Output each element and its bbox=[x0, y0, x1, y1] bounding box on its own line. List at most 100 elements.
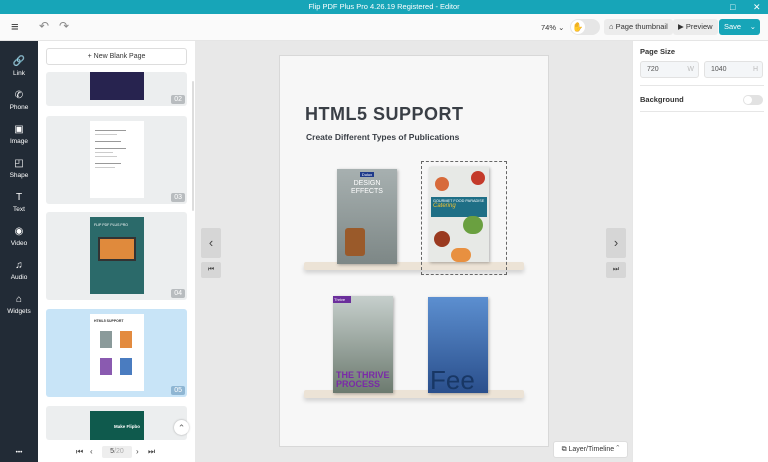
tool-label: Video bbox=[10, 240, 28, 247]
page-canvas[interactable]: HTML5 SUPPORT Create Different Types of … bbox=[279, 55, 549, 447]
tool-shape[interactable]: ◰ Shape bbox=[0, 158, 38, 179]
pagination: ⏮ ‹ 5/20 › ⏭ bbox=[76, 444, 166, 460]
layers-icon: ⧉ bbox=[561, 446, 569, 453]
tool-label: Shape bbox=[9, 172, 29, 179]
zoom-select[interactable]: 74% ⌄ bbox=[541, 23, 564, 32]
book-gourmet[interactable]: GOURMET FOOD PARADISE Catering bbox=[429, 167, 489, 262]
thumbnail-title: FLIP PDF PLUS PRO bbox=[94, 223, 128, 227]
thumbnail-page-05[interactable]: HTML5 SUPPORT 05 bbox=[46, 309, 187, 397]
play-icon: ▶ bbox=[678, 22, 686, 31]
maximize-button[interactable]: □ bbox=[730, 0, 735, 14]
page-width-input[interactable]: 720 W bbox=[640, 61, 699, 78]
link-icon: 🔗 bbox=[12, 56, 26, 67]
preview-label: Preview bbox=[685, 22, 713, 31]
tool-label: Text bbox=[13, 206, 25, 213]
background-toggle[interactable] bbox=[743, 95, 763, 105]
last-page-arrow[interactable]: ⏭ bbox=[606, 262, 626, 278]
page-input[interactable]: 5/20 bbox=[102, 446, 132, 458]
chevron-down-icon: ⌄ bbox=[558, 23, 565, 32]
page-thumbnail-button[interactable]: ⌂ Page thumbnail bbox=[604, 19, 673, 35]
text-icon: T bbox=[15, 192, 23, 203]
widgets-icon: ⌂ bbox=[15, 294, 23, 305]
next-page-arrow[interactable]: › bbox=[606, 228, 626, 258]
phone-icon: ✆ bbox=[14, 90, 24, 101]
thumbnail-title: Make Flipbo bbox=[114, 424, 141, 429]
close-button[interactable]: ✕ bbox=[753, 0, 761, 14]
shape-icon: ◰ bbox=[14, 158, 24, 169]
toolbar: ≡ ↶ ↷ 74% ⌄ ✋ ⌂ Page thumbnail ▶ Preview… bbox=[0, 14, 768, 41]
page-thumbnail-label: Page thumbnail bbox=[615, 22, 668, 31]
prev-page-arrow[interactable]: ‹ bbox=[201, 228, 221, 258]
mode-toggle[interactable]: ✋ bbox=[570, 19, 600, 35]
zoom-value: 74% bbox=[541, 23, 557, 32]
first-page-arrow[interactable]: ⏮ bbox=[201, 262, 221, 278]
divider bbox=[640, 85, 764, 86]
thumbnail-image: Make Flipbo bbox=[90, 411, 144, 440]
book-brand: Thrive bbox=[333, 296, 351, 303]
page-height-input[interactable]: 1040 H bbox=[704, 61, 763, 78]
thumbnail-page-03[interactable]: 03 bbox=[46, 116, 187, 204]
book-title: DESIGN EFFECTS bbox=[351, 180, 383, 195]
page-number: 02 bbox=[171, 95, 185, 104]
new-blank-page-label: New Blank Page bbox=[93, 53, 146, 60]
first-page-button[interactable]: ⏮ bbox=[76, 444, 83, 460]
new-blank-page-button[interactable]: + New Blank Page bbox=[46, 48, 187, 65]
book-title: Fee bbox=[430, 365, 475, 393]
page-size-label: Page Size bbox=[640, 47, 676, 56]
tool-widgets[interactable]: ⌂ Widgets bbox=[0, 294, 38, 315]
next-page-button[interactable]: › bbox=[136, 444, 139, 460]
save-button[interactable]: Save ⌄ bbox=[719, 19, 760, 35]
thumbnail-panel: + New Blank Page 02 03 FLIP PDF PLUS PRO… bbox=[38, 41, 195, 462]
width-unit: W bbox=[687, 66, 694, 73]
more-tools-button[interactable]: ••• bbox=[0, 449, 38, 456]
thumbnail-page-06[interactable]: Make Flipbo bbox=[46, 406, 187, 440]
hand-icon: ✋ bbox=[571, 20, 585, 34]
page-heading[interactable]: HTML5 SUPPORT bbox=[305, 104, 464, 125]
preview-button[interactable]: ▶ Preview bbox=[673, 19, 718, 35]
book-title: THE THRIVE PROCESS bbox=[336, 370, 390, 389]
redo-icon[interactable]: ↷ bbox=[59, 19, 69, 33]
thumbnail-image bbox=[90, 121, 144, 198]
thumbnail-page-02[interactable]: 02 bbox=[46, 72, 187, 106]
tool-image[interactable]: ▣ Image bbox=[0, 124, 38, 145]
layer-timeline-button[interactable]: ⧉ Layer/Timeline ⌃ bbox=[553, 441, 628, 458]
tool-link[interactable]: 🔗 Link bbox=[0, 56, 38, 77]
page-number: 04 bbox=[171, 289, 185, 298]
thumbnail-image: HTML5 SUPPORT bbox=[90, 314, 144, 391]
chevron-up-icon: ⌃ bbox=[616, 446, 620, 453]
plus-icon: + bbox=[87, 53, 92, 60]
prev-page-button[interactable]: ‹ bbox=[90, 444, 93, 460]
tool-label: Audio bbox=[10, 274, 28, 281]
book-fee[interactable]: Fee bbox=[428, 297, 488, 393]
properties-panel: Page Size 720 W 1040 H Background bbox=[632, 41, 768, 462]
tool-phone[interactable]: ✆ Phone bbox=[0, 90, 38, 111]
divider bbox=[640, 111, 764, 112]
tool-audio[interactable]: ♫ Audio bbox=[0, 260, 38, 281]
tool-video[interactable]: ◉ Video bbox=[0, 226, 38, 247]
tool-label: Link bbox=[13, 70, 25, 77]
thumbnail-title: HTML5 SUPPORT bbox=[94, 319, 124, 323]
tool-text[interactable]: T Text bbox=[0, 192, 38, 213]
page-number: 03 bbox=[171, 193, 185, 202]
page-number: 05 bbox=[171, 386, 185, 395]
menu-icon[interactable]: ≡ bbox=[11, 19, 19, 34]
thumbnail-page-04[interactable]: FLIP PDF PLUS PRO 04 bbox=[46, 212, 187, 300]
book-script-title: Catering bbox=[433, 203, 456, 209]
thumbnail-scrollbar[interactable] bbox=[192, 81, 194, 211]
scroll-top-button[interactable]: ⌃ bbox=[174, 420, 189, 435]
image-icon: ▣ bbox=[14, 124, 24, 135]
thumbnail-image bbox=[90, 72, 144, 100]
book-thrive-process[interactable]: Thrive THE THRIVE PROCESS bbox=[333, 296, 393, 393]
height-unit: H bbox=[752, 66, 758, 73]
height-value: 1040 bbox=[711, 66, 727, 73]
width-value: 720 bbox=[647, 66, 659, 73]
save-label: Save bbox=[724, 22, 742, 31]
last-page-button[interactable]: ⏭ bbox=[148, 444, 155, 460]
window-title: Flip PDF Plus Pro 4.26.19 Registered - E… bbox=[308, 2, 460, 11]
total-pages: /20 bbox=[114, 448, 124, 455]
save-dropdown-icon[interactable]: ⌄ bbox=[750, 19, 756, 35]
undo-icon[interactable]: ↶ bbox=[39, 19, 49, 33]
book-design-effects[interactable]: Dulux DESIGN EFFECTS bbox=[337, 169, 397, 264]
tool-label: Image bbox=[9, 138, 29, 145]
page-subheading[interactable]: Create Different Types of Publications bbox=[306, 132, 459, 142]
